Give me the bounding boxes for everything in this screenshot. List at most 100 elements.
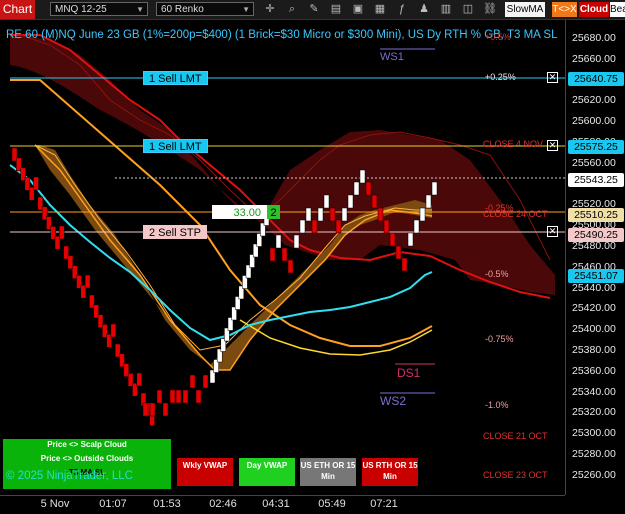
bull-brick	[413, 219, 420, 234]
time-tick: 01:07	[99, 498, 127, 510]
price-tick: 25660.00	[572, 52, 616, 65]
bear-brick	[59, 225, 65, 240]
bear-brick	[269, 247, 276, 262]
price-tick: 25600.00	[572, 115, 616, 128]
price-tick: 25680.00	[572, 32, 616, 44]
bear-brick	[401, 257, 408, 272]
price-tick: 25360.00	[572, 364, 616, 377]
bull-brick	[275, 234, 282, 249]
bull-brick	[359, 169, 366, 184]
price-tick: 25620.00	[572, 94, 616, 107]
chart-tab[interactable]: Chart	[0, 0, 35, 19]
cancel-sell-lmt-2-icon[interactable]: ✕	[547, 140, 558, 151]
timeframe-label: 60 Renko	[161, 4, 204, 15]
toolbar: Chart MNQ 12-25 ▼ 60 Renko ▼ ✛ ⌕ ✎ ▤ ▣ ▦ ƒ…	[0, 0, 625, 20]
bull-brick	[293, 234, 300, 249]
bull-brick	[299, 219, 306, 234]
bull-brick	[425, 194, 432, 209]
indicators-icon[interactable]: ƒ	[395, 3, 409, 16]
chevron-down-icon: ▼	[136, 5, 144, 14]
legend-outside: Price <> Outside Clouds	[40, 454, 134, 463]
bear-brick	[156, 389, 163, 404]
screenshot-icon[interactable]: ◫	[461, 3, 475, 16]
tcx-button[interactable]: T<>X	[552, 2, 577, 17]
zoom-icon[interactable]: ⌕	[285, 3, 299, 16]
draw-icon[interactable]: ✎	[307, 3, 321, 16]
close-24oct-label: CLOSE 24 OCT	[483, 209, 548, 219]
bear-brick	[110, 323, 117, 338]
price-tick: 25400.00	[572, 323, 616, 336]
time-tick: 07:21	[370, 498, 398, 510]
bear-brick	[142, 402, 149, 417]
position-qty: 2	[267, 205, 280, 219]
wkly-vwap-button[interactable]: Wkly VWAP	[177, 458, 233, 486]
pct-top-label: +0.5%	[485, 32, 511, 42]
bear-brick	[149, 402, 156, 417]
position-pnl: 33.00	[212, 205, 267, 219]
properties-icon[interactable]: ▤	[329, 3, 343, 16]
price-tick: 25280.00	[572, 448, 616, 460]
bear-button[interactable]: Bear	[610, 2, 625, 17]
slowma-button[interactable]: SlowMA	[505, 2, 545, 17]
time-axis[interactable]: 5 Nov 01:07 01:53 02:46 04:31 05:49 07:21	[0, 495, 565, 514]
price-marker: 25510.25	[568, 207, 624, 222]
bear-brick	[287, 259, 294, 274]
price-marker: 25640.75	[568, 71, 624, 86]
bear-brick	[311, 219, 318, 234]
chart-trader-icon[interactable]: ▦	[373, 3, 387, 16]
cancel-sell-lmt-1-icon[interactable]: ✕	[547, 72, 558, 83]
time-tick: 04:31	[262, 498, 290, 510]
crosshair-icon[interactable]: ✛	[263, 3, 277, 16]
price-tick: 25260.00	[572, 468, 616, 481]
instrument-selector[interactable]: MNQ 12-25 ▼	[50, 2, 148, 16]
bear-brick	[136, 372, 142, 387]
sell-lmt-1-label[interactable]: 1 Sell LMT	[143, 71, 208, 85]
bear-brick	[169, 389, 176, 404]
price-marker: 25490.25	[568, 228, 624, 243]
instrument-label: MNQ 12-25	[55, 4, 107, 15]
bull-brick	[347, 194, 354, 209]
price-marker: 25543.25	[568, 173, 624, 188]
bull-brick	[305, 207, 312, 222]
chart-svg	[9, 34, 565, 426]
price-axis[interactable]: 25680.0025660.0025640.0025620.0025600.00…	[565, 20, 625, 495]
price-tick: 25340.00	[572, 385, 616, 398]
sell-stp-label[interactable]: 2 Sell STP	[143, 225, 207, 239]
cloud-button[interactable]: Cloud	[579, 2, 609, 17]
price-tick: 25300.00	[572, 427, 616, 440]
window-link-icon[interactable]: ⛓	[483, 3, 497, 16]
sell-lmt-2-label[interactable]: 1 Sell LMT	[143, 139, 208, 153]
us-rth-button[interactable]: US RTH OR 15 Min	[362, 458, 418, 486]
pct-m05-label: -0.5%	[485, 269, 509, 279]
bear-brick	[182, 389, 189, 404]
yellow-ma-line	[239, 319, 433, 356]
price-tick: 25320.00	[572, 406, 616, 419]
bull-brick	[419, 207, 426, 222]
ds1-label: DS1	[397, 366, 421, 380]
data-box-icon[interactable]: ▣	[351, 3, 365, 16]
us-eth-button[interactable]: US ETH OR 15 Min	[300, 458, 356, 486]
bear-brick	[395, 245, 402, 260]
bear-brick	[383, 219, 390, 234]
templates-icon[interactable]: ▥	[439, 3, 453, 16]
chart-plot-area[interactable]: RE 60 (M)NQ June 23 GB (1%=200p=$400) (1…	[0, 20, 565, 495]
legend-scalp: Price <> Scalp Cloud	[47, 440, 127, 449]
timeframe-selector[interactable]: 60 Renko ▼	[156, 2, 254, 16]
price-tick: 25380.00	[572, 344, 616, 356]
price-marker: 25451.07	[568, 269, 624, 284]
bear-brick	[189, 374, 196, 389]
day-vwap-button[interactable]: Day VWAP	[239, 458, 295, 486]
bear-brick	[281, 247, 288, 262]
time-tick: 01:53	[153, 498, 181, 510]
bear-brick	[371, 194, 378, 209]
close-21oct-label: CLOSE 21 OCT	[483, 431, 548, 441]
strategies-icon[interactable]: ♟	[417, 3, 431, 16]
cancel-sell-stp-icon[interactable]: ✕	[547, 226, 558, 237]
bear-brick	[389, 232, 396, 247]
ws1-label: WS1	[380, 51, 404, 63]
price-tick: 25560.00	[572, 156, 616, 169]
chart-title: RE 60 (M)NQ June 23 GB (1%=200p=$400) (1…	[6, 29, 558, 41]
bull-brick	[353, 181, 360, 196]
bear-brick	[329, 207, 336, 222]
bear-brick	[377, 207, 384, 222]
